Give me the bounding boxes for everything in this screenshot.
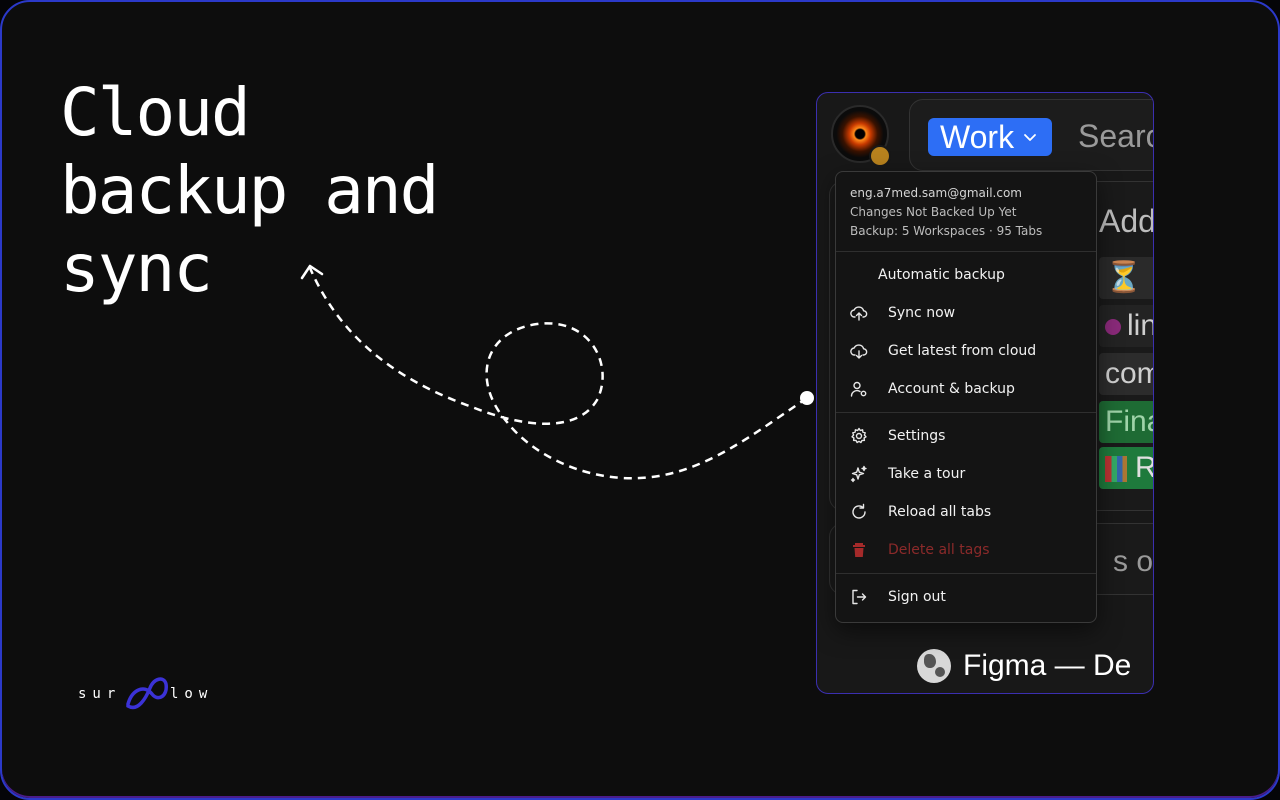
- workspace-selector[interactable]: Work: [928, 118, 1053, 156]
- search-input[interactable]: [1078, 116, 1153, 156]
- refresh-icon: [850, 503, 868, 521]
- list-item[interactable]: lin: [1099, 305, 1153, 347]
- menu-section-tools: Settings Take a tour Reload all tabs Del…: [836, 413, 1096, 574]
- account-backup-label: Account & backup: [888, 381, 1015, 397]
- delete-tags-item[interactable]: Delete all tags: [836, 531, 1096, 569]
- sign-out-item[interactable]: Sign out: [836, 578, 1096, 616]
- list-item[interactable]: Finan: [1099, 401, 1153, 443]
- delete-tags-label: Delete all tags: [888, 542, 990, 558]
- sync-status-badge: [869, 145, 891, 167]
- add-link-text[interactable]: Add a: [1099, 203, 1153, 240]
- account-info: eng.a7med.sam@gmail.com Changes Not Back…: [836, 172, 1096, 252]
- promo-frame: Cloud backup and sync sur low Work Add a…: [0, 0, 1280, 800]
- take-tour-label: Take a tour: [888, 466, 966, 482]
- sign-out-icon: [850, 588, 868, 606]
- sync-now-item[interactable]: Sync now: [836, 294, 1096, 332]
- app-panel: Work Add a ⏳ lin com Finan R s or v Figm…: [816, 92, 1154, 694]
- cloud-download-icon: [850, 342, 868, 360]
- brand-text-left: sur: [78, 686, 122, 702]
- books-icon: [1105, 456, 1127, 483]
- sparkles-icon: [850, 465, 868, 483]
- headline: Cloud backup and sync: [60, 74, 439, 307]
- top-bar: Work: [909, 99, 1153, 171]
- list-item[interactable]: R: [1099, 447, 1153, 489]
- take-tour-item[interactable]: Take a tour: [836, 455, 1096, 493]
- reload-tabs-item[interactable]: Reload all tabs: [836, 493, 1096, 531]
- automatic-backup-item[interactable]: Automatic backup: [836, 256, 1096, 294]
- brand-logo: sur low: [78, 674, 238, 714]
- open-tab-item[interactable]: Figma — De: [917, 649, 1131, 683]
- gear-icon: [850, 427, 868, 445]
- note-input-placeholder: s or v: [1113, 545, 1154, 578]
- account-backup-item[interactable]: Account & backup: [836, 370, 1096, 408]
- hourglass-icon: ⏳: [1105, 261, 1143, 294]
- chevron-down-icon: [1024, 134, 1036, 141]
- sync-now-label: Sync now: [888, 305, 956, 321]
- list-item-label: com: [1105, 357, 1153, 390]
- open-tab-title: Figma — De: [963, 649, 1132, 682]
- infinity-icon: [126, 677, 168, 710]
- list-item[interactable]: com: [1099, 353, 1153, 395]
- cloud-upload-icon: [850, 304, 868, 322]
- backup-status: Changes Not Backed Up Yet: [850, 205, 1017, 219]
- settings-item[interactable]: Settings: [836, 417, 1096, 455]
- list-item-label: lin: [1127, 309, 1153, 342]
- list-item-label: R: [1135, 451, 1153, 484]
- workspace-label: Work: [940, 118, 1015, 155]
- menu-section-account: Sign out: [836, 574, 1096, 620]
- get-latest-item[interactable]: Get latest from cloud: [836, 332, 1096, 370]
- reload-tabs-label: Reload all tabs: [888, 504, 992, 520]
- get-latest-label: Get latest from cloud: [888, 343, 1037, 359]
- trash-icon: [850, 541, 868, 559]
- backup-summary: Backup: 5 Workspaces · 95 Tabs: [850, 224, 1043, 238]
- account-dropdown-menu: eng.a7med.sam@gmail.com Changes Not Back…: [835, 171, 1097, 623]
- sign-out-label: Sign out: [888, 589, 946, 605]
- user-settings-icon: [850, 380, 868, 398]
- globe-icon: [917, 649, 951, 683]
- account-email: eng.a7med.sam@gmail.com: [850, 186, 1022, 200]
- brand-text-right: low: [170, 686, 214, 702]
- dot-icon: [1105, 319, 1121, 336]
- list-item[interactable]: ⏳: [1099, 257, 1153, 299]
- menu-section-sync: Automatic backup Sync now Get latest fro…: [836, 252, 1096, 413]
- list-item-label: Finan: [1105, 405, 1153, 438]
- settings-label: Settings: [888, 428, 946, 444]
